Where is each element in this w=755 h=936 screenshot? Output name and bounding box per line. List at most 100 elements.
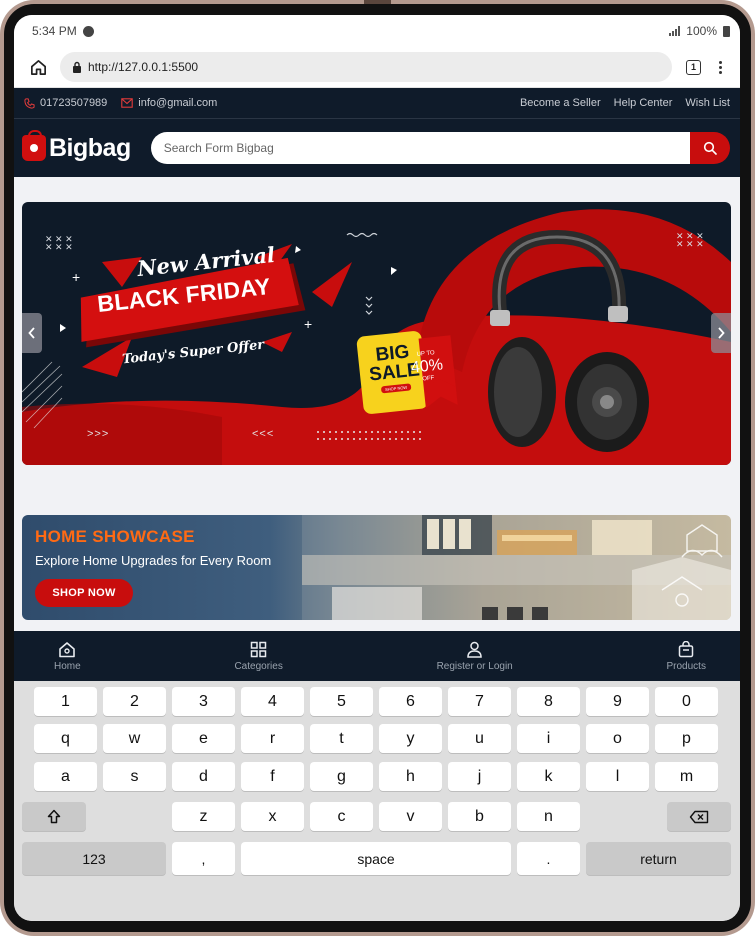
key-m[interactable]: m: [655, 762, 718, 791]
chevron-right-icon: [718, 327, 725, 339]
backspace-key[interactable]: [667, 802, 731, 831]
top-info-bar: 01723507989 info@gmail.com Become a Sell…: [14, 88, 740, 119]
home-icon: [59, 641, 76, 657]
key-w[interactable]: w: [103, 724, 166, 753]
site-logo[interactable]: Bigbag: [22, 130, 131, 163]
phone-contact[interactable]: 01723507989: [24, 97, 107, 109]
numbers-key[interactable]: 123: [22, 842, 166, 875]
phone-icon: [24, 97, 35, 109]
key-l[interactable]: l: [586, 762, 649, 791]
become-seller-link[interactable]: Become a Seller: [520, 97, 601, 109]
svg-text:+: +: [72, 269, 80, 285]
key-h[interactable]: h: [379, 762, 442, 791]
bag-logo-icon: [22, 130, 46, 161]
key-q[interactable]: q: [34, 724, 97, 753]
search-input[interactable]: [150, 132, 690, 164]
email-contact[interactable]: info@gmail.com: [121, 97, 217, 109]
shift-icon: [47, 809, 61, 824]
key-6[interactable]: 6: [379, 687, 442, 716]
hinge: [364, 0, 378, 4]
shop-now-button[interactable]: SHOP NOW: [35, 579, 133, 607]
period-key[interactable]: .: [517, 842, 580, 875]
logo-text: Bigbag: [49, 133, 131, 162]
return-key[interactable]: return: [586, 842, 731, 875]
key-u[interactable]: u: [448, 724, 511, 753]
key-r[interactable]: r: [241, 724, 304, 753]
key-t[interactable]: t: [310, 724, 373, 753]
key-b[interactable]: b: [448, 802, 511, 831]
hinge: [377, 0, 391, 4]
key-p[interactable]: p: [655, 724, 718, 753]
key-j[interactable]: j: [448, 762, 511, 791]
grid-icon: [250, 641, 267, 657]
address-bar[interactable]: http://127.0.0.1:5500: [60, 52, 672, 82]
key-f[interactable]: f: [241, 762, 304, 791]
nav-home[interactable]: Home: [54, 631, 81, 681]
key-7[interactable]: 7: [448, 687, 511, 716]
showcase-title: HOME SHOWCASE: [35, 527, 195, 546]
space-key[interactable]: space: [241, 842, 511, 875]
key-2[interactable]: 2: [103, 687, 166, 716]
key-v[interactable]: v: [379, 802, 442, 831]
key-1[interactable]: 1: [34, 687, 97, 716]
site-header: Bigbag: [14, 119, 740, 177]
key-x[interactable]: x: [241, 802, 304, 831]
wish-list-link[interactable]: Wish List: [685, 97, 730, 109]
bottom-navigation: Home Categories Register or Login Produc…: [14, 631, 740, 681]
user-icon: [467, 641, 482, 658]
key-y[interactable]: y: [379, 724, 442, 753]
search-icon: [703, 141, 717, 155]
key-n[interactable]: n: [517, 802, 580, 831]
on-screen-keyboard: 1 2 3 4 5 6 7 8 9 0 q w e r t y u i o p …: [14, 681, 740, 921]
tab-switcher-button[interactable]: 1: [686, 59, 701, 75]
key-9[interactable]: 9: [586, 687, 649, 716]
key-k[interactable]: k: [517, 762, 580, 791]
mail-icon: [121, 98, 134, 108]
discount-ribbon: UP TO 40% OFF: [406, 348, 447, 385]
browser-home-button[interactable]: [26, 55, 50, 79]
key-0[interactable]: 0: [655, 687, 718, 716]
key-3[interactable]: 3: [172, 687, 235, 716]
key-a[interactable]: a: [34, 762, 97, 791]
nav-categories[interactable]: Categories: [234, 631, 283, 681]
carousel-prev-button[interactable]: [22, 313, 42, 353]
home-icon: [30, 59, 46, 75]
signal-icon: [669, 26, 681, 36]
nav-register-label: Register or Login: [436, 660, 513, 672]
key-z[interactable]: z: [172, 802, 235, 831]
shift-key[interactable]: [22, 802, 86, 831]
key-g[interactable]: g: [310, 762, 373, 791]
key-o[interactable]: o: [586, 724, 649, 753]
svg-text:✕ ✕ ✕: ✕ ✕ ✕: [676, 239, 704, 249]
carousel-next-button[interactable]: [711, 313, 731, 353]
hero-banner[interactable]: ✕ ✕ ✕ ✕ ✕ ✕ ✕ ✕ ✕ ✕ ✕ ✕ + + New Arrival …: [22, 202, 731, 465]
home-showcase-banner[interactable]: HOME SHOWCASE Explore Home Upgrades for …: [22, 515, 731, 620]
key-s[interactable]: s: [103, 762, 166, 791]
key-8[interactable]: 8: [517, 687, 580, 716]
status-bar: 5:34 PM 100%: [14, 15, 740, 47]
key-5[interactable]: 5: [310, 687, 373, 716]
browser-menu-icon[interactable]: [719, 60, 722, 74]
status-time: 5:34 PM: [32, 24, 77, 38]
chevron-left-decor: <<<: [252, 428, 275, 440]
bag-icon: [678, 640, 694, 657]
key-4[interactable]: 4: [241, 687, 304, 716]
nav-home-label: Home: [54, 660, 81, 672]
chevron-right-decor: >>>: [87, 428, 110, 440]
nav-register-login[interactable]: Register or Login: [437, 631, 513, 681]
screen: 5:34 PM 100% http://127.0.0.1:5500 1 017…: [14, 15, 740, 921]
help-center-link[interactable]: Help Center: [614, 97, 673, 109]
spotify-icon: [82, 25, 94, 37]
key-i[interactable]: i: [517, 724, 580, 753]
key-c[interactable]: c: [310, 802, 373, 831]
battery-icon: [723, 25, 730, 37]
nav-products[interactable]: Products: [667, 631, 706, 681]
key-e[interactable]: e: [172, 724, 235, 753]
lock-icon: [73, 61, 81, 73]
comma-key[interactable]: ,: [172, 842, 235, 875]
svg-text:+: +: [304, 316, 312, 332]
key-d[interactable]: d: [172, 762, 235, 791]
phone-number: 01723507989: [40, 97, 108, 109]
search-button[interactable]: [690, 132, 730, 164]
battery-percent: 100%: [686, 24, 717, 38]
